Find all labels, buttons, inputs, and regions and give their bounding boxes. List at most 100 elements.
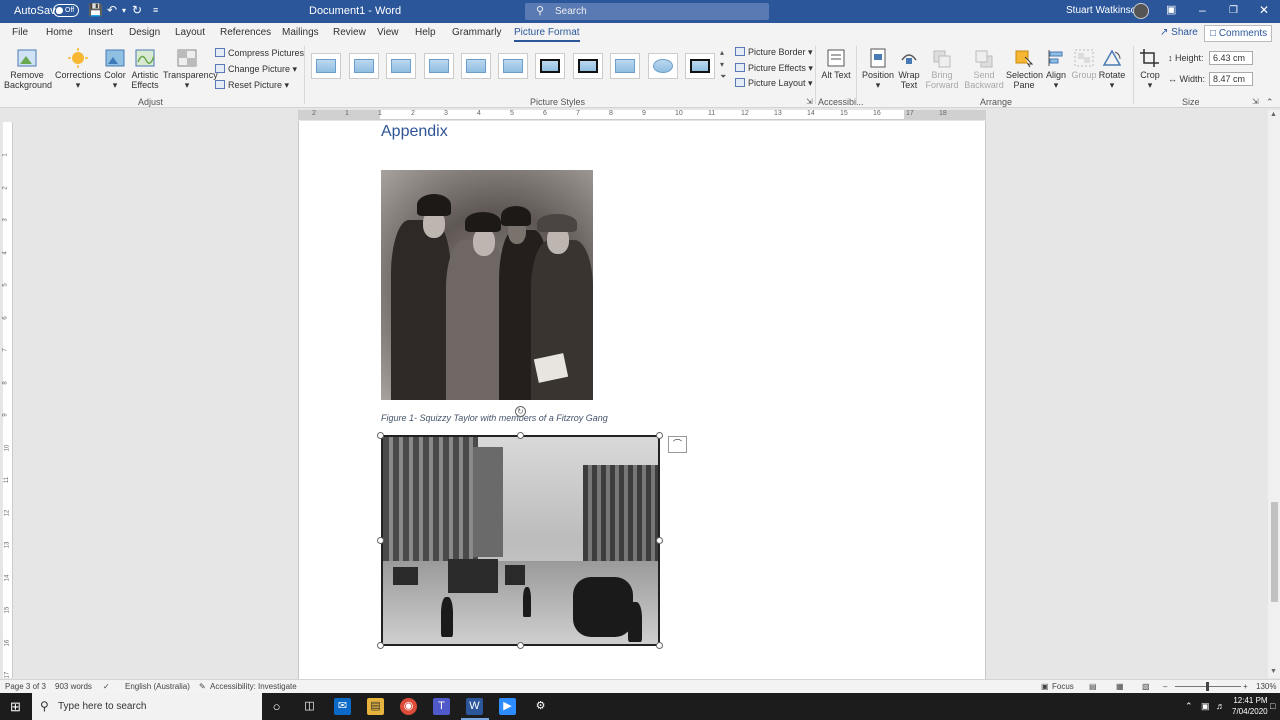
web-layout-icon[interactable]: ▧: [1142, 682, 1150, 691]
undo-dropdown-icon[interactable]: ▾: [122, 6, 126, 15]
mail-icon[interactable]: ✉: [334, 698, 351, 715]
wrap-text-button[interactable]: Wrap Text: [895, 48, 923, 90]
autosave-toggle[interactable]: Off: [53, 4, 79, 17]
tab-file[interactable]: File: [12, 27, 28, 38]
language-indicator[interactable]: English (Australia): [125, 682, 190, 691]
resize-handle-top-left[interactable]: [377, 432, 384, 439]
zoom-app-icon[interactable]: ▶: [499, 698, 516, 715]
picture-border-button[interactable]: Picture Border ▾: [735, 47, 813, 58]
layout-options-button[interactable]: ⌒: [668, 436, 687, 453]
zoom-level[interactable]: 130%: [1256, 682, 1276, 691]
teams-icon[interactable]: T: [433, 698, 450, 715]
word-count[interactable]: 903 words: [55, 682, 92, 691]
align-button[interactable]: Align ▾: [1043, 48, 1069, 90]
reset-picture-button[interactable]: Reset Picture ▾: [215, 80, 289, 91]
color-button[interactable]: Color ▾: [102, 48, 128, 90]
document-page[interactable]: Appendix Figure 1- Squizzy Taylor with m…: [298, 121, 986, 679]
scroll-down-icon[interactable]: ▼: [1270, 668, 1277, 675]
notifications-icon[interactable]: □: [1270, 701, 1275, 711]
group-button[interactable]: Group: [1070, 48, 1098, 80]
comments-button[interactable]: □ Comments: [1204, 25, 1272, 42]
share-button[interactable]: ↗ Share: [1155, 25, 1203, 42]
picture-style-1[interactable]: [311, 53, 341, 79]
ribbon-display-icon[interactable]: ▣: [1166, 3, 1176, 16]
tab-view[interactable]: View: [377, 27, 399, 38]
width-input[interactable]: [1209, 72, 1253, 86]
redo-icon[interactable]: ↻: [132, 3, 142, 17]
vertical-scrollbar[interactable]: ▲ ▼: [1268, 110, 1280, 678]
position-button[interactable]: Position ▾: [861, 48, 895, 90]
picture-style-6[interactable]: [498, 53, 528, 79]
rotate-handle-icon[interactable]: ↻: [515, 406, 526, 417]
tab-picture-format[interactable]: Picture Format: [514, 27, 580, 42]
read-mode-icon[interactable]: ▤: [1089, 682, 1097, 691]
avatar[interactable]: [1133, 3, 1149, 19]
tab-help[interactable]: Help: [415, 27, 436, 38]
height-input[interactable]: [1209, 51, 1253, 65]
print-layout-icon[interactable]: ▦: [1116, 682, 1124, 691]
file-explorer-icon[interactable]: ▤: [367, 698, 384, 715]
tab-insert[interactable]: Insert: [88, 27, 113, 38]
horizontal-ruler[interactable]: 2 1 1 2 3 4 5 6 7 8 9 10 11 12 13 14 15 16 17 18: [298, 110, 986, 120]
appendix-heading[interactable]: Appendix: [381, 123, 448, 141]
squizzy-taylor-photo[interactable]: [381, 170, 593, 400]
page-count[interactable]: Page 3 of 3: [5, 682, 46, 691]
volume-icon[interactable]: ♬: [1216, 701, 1225, 711]
search-box[interactable]: ⚲ Search: [525, 3, 769, 20]
bring-forward-button[interactable]: Bring Forward: [924, 48, 960, 90]
transparency-button[interactable]: Transparency ▾: [163, 48, 218, 90]
proofing-icon[interactable]: ✓: [103, 682, 110, 691]
size-launcher-icon[interactable]: ⇲: [1252, 97, 1259, 106]
tab-references[interactable]: References: [220, 27, 271, 38]
scrollbar-thumb[interactable]: [1271, 502, 1278, 602]
zoom-in-icon[interactable]: +: [1243, 682, 1248, 691]
compress-pictures-button[interactable]: Compress Pictures: [215, 48, 304, 58]
tab-home[interactable]: Home: [46, 27, 73, 38]
customize-qat-icon[interactable]: ≡: [153, 5, 158, 15]
taskbar-search[interactable]: ⚲ Type here to search: [32, 693, 262, 720]
resize-handle-bottom-right[interactable]: [656, 642, 663, 649]
resize-handle-right[interactable]: [656, 537, 663, 544]
accessibility-status[interactable]: Accessibility: Investigate: [210, 682, 297, 691]
picture-style-11[interactable]: [685, 53, 715, 79]
user-name[interactable]: Stuart Watkinson: [1066, 5, 1142, 16]
send-backward-button[interactable]: Send Backward: [962, 48, 1006, 90]
tray-chevron-icon[interactable]: ⌃: [1185, 701, 1193, 712]
picture-styles-launcher-icon[interactable]: ⇲: [806, 97, 813, 106]
picture-style-4[interactable]: [424, 53, 454, 79]
rotate-button[interactable]: Rotate ▾: [1098, 48, 1126, 90]
vertical-ruler[interactable]: 1 2 3 4 5 6 7 8 9 10 11 12 13 14 15 16 17: [3, 122, 13, 678]
gallery-scroll-controls[interactable]: ▴ ▾ ⏷: [720, 47, 726, 83]
tab-mailings[interactable]: Mailings: [282, 27, 319, 38]
tab-grammarly[interactable]: Grammarly: [452, 27, 501, 38]
resize-handle-bottom-left[interactable]: [377, 642, 384, 649]
picture-layout-button[interactable]: Picture Layout ▾: [735, 78, 813, 89]
alt-text-button[interactable]: Alt Text: [821, 48, 851, 80]
save-icon[interactable]: 💾: [88, 3, 103, 17]
picture-style-2[interactable]: [349, 53, 379, 79]
undo-icon[interactable]: ↶: [107, 3, 117, 17]
remove-background-button[interactable]: Remove Background: [4, 48, 52, 90]
focus-button[interactable]: Focus: [1052, 682, 1074, 691]
minimize-icon[interactable]: –: [1199, 3, 1206, 17]
crop-button[interactable]: Crop ▾: [1137, 48, 1163, 90]
task-view-icon[interactable]: ◫: [301, 698, 318, 715]
tab-design[interactable]: Design: [129, 27, 160, 38]
artistic-effects-button[interactable]: Artistic Effects: [129, 48, 161, 90]
resize-handle-top-right[interactable]: [656, 432, 663, 439]
picture-style-3[interactable]: [386, 53, 416, 79]
selection-pane-button[interactable]: Selection Pane: [1006, 48, 1043, 90]
picture-effects-button[interactable]: Picture Effects ▾: [735, 63, 813, 74]
street-scene-photo[interactable]: [381, 435, 660, 646]
app-icon[interactable]: ⚙: [532, 698, 549, 715]
corrections-button[interactable]: Corrections ▾: [54, 48, 102, 90]
windows-start-icon[interactable]: ⊞: [10, 699, 21, 715]
picture-style-8[interactable]: [573, 53, 603, 79]
picture-style-5[interactable]: [461, 53, 491, 79]
zoom-out-icon[interactable]: –: [1163, 682, 1167, 691]
change-picture-button[interactable]: Change Picture ▾: [215, 64, 297, 75]
close-icon[interactable]: ✕: [1259, 3, 1269, 17]
zoom-slider-knob[interactable]: [1206, 682, 1209, 691]
resize-handle-bottom[interactable]: [517, 642, 524, 649]
figure-caption[interactable]: Figure 1- Squizzy Taylor with members of…: [381, 413, 608, 423]
